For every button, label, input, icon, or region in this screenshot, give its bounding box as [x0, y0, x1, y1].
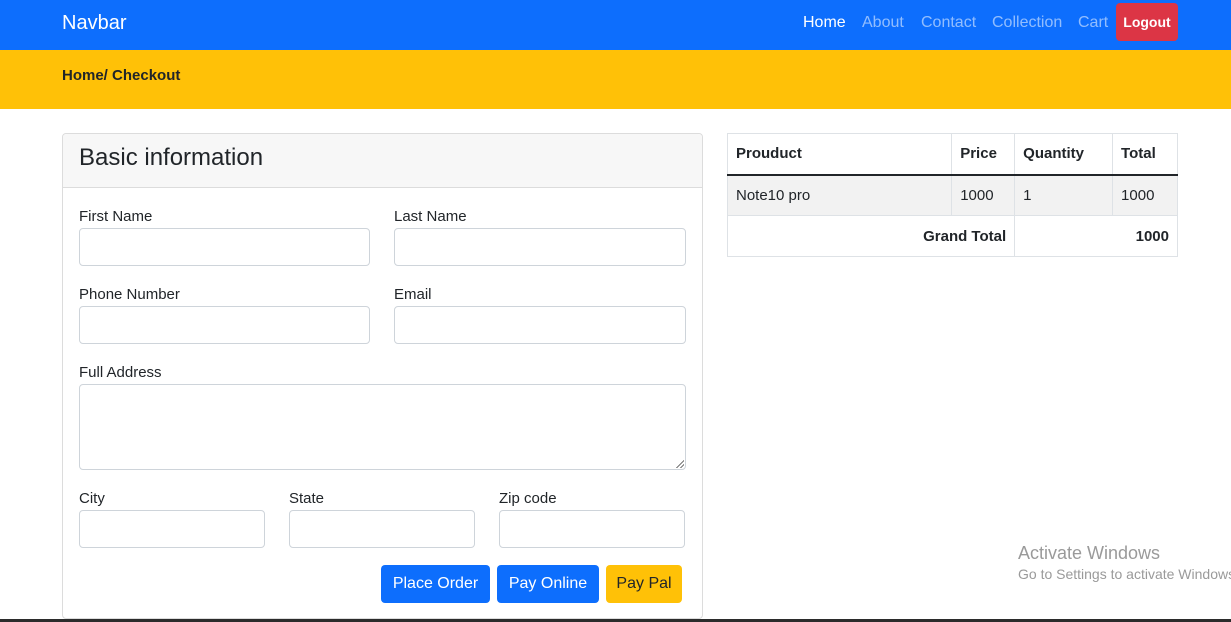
last-name-field[interactable] [394, 228, 686, 266]
cell-price: 1000 [951, 174, 1016, 216]
logout-button[interactable]: Logout [1116, 3, 1178, 41]
breadcrumb-bar: Home/ Checkout [0, 50, 1231, 109]
first-name-label: First Name [79, 208, 153, 225]
watermark-subtitle: Go to Settings to activate Windows. [1018, 566, 1231, 582]
cell-total: 1000 [1112, 174, 1178, 216]
address-label: Full Address [79, 364, 162, 381]
watermark-title: Activate Windows [1018, 543, 1161, 563]
email-field[interactable] [394, 306, 686, 344]
address-wrapper [79, 384, 686, 470]
nav-link-about[interactable]: About [862, 14, 904, 32]
address-field[interactable] [79, 384, 686, 470]
card-title: Basic information [79, 144, 264, 171]
basic-info-card: Basic information First Name Last Name P… [62, 133, 703, 619]
column-header-price: Price [951, 133, 1016, 176]
city-label: City [79, 490, 105, 507]
nav-links: Home About Contact Collection Cart [0, 0, 1231, 50]
nav-link-contact[interactable]: Contact [921, 14, 976, 32]
nav-link-collection[interactable]: Collection [992, 14, 1062, 32]
grand-total-value: 1000 [1014, 215, 1178, 257]
pay-pal-button[interactable]: Pay Pal [606, 565, 682, 603]
city-field[interactable] [79, 510, 265, 548]
breadcrumb: Home/ Checkout [62, 67, 181, 84]
state-label: State [289, 490, 325, 507]
column-header-total: Total [1112, 133, 1178, 176]
table-header-row: Prouduct Price Quantity Total [726, 133, 1178, 176]
table-row: Note10 pro 1000 1 1000 [726, 174, 1178, 216]
card-header: Basic information [63, 134, 702, 188]
top-navbar: Navbar Home About Contact Collection Car… [0, 0, 1231, 50]
phone-label: Phone Number [79, 286, 180, 303]
last-name-label: Last Name [394, 208, 467, 225]
column-header-quantity: Quantity [1014, 133, 1114, 176]
resize-grip-icon[interactable] [676, 460, 684, 468]
column-header-product: Prouduct [726, 133, 953, 176]
phone-field[interactable] [79, 306, 370, 344]
nav-link-cart[interactable]: Cart [1078, 14, 1108, 32]
zip-field[interactable] [499, 510, 685, 548]
nav-link-home[interactable]: Home [803, 14, 846, 32]
order-summary-table: Prouduct Price Quantity Total Note10 pro… [726, 133, 1178, 257]
state-field[interactable] [289, 510, 475, 548]
cell-quantity: 1 [1014, 174, 1114, 216]
pay-online-button[interactable]: Pay Online [497, 565, 599, 603]
activate-windows-watermark: Activate Windows Go to Settings to activ… [1018, 543, 1231, 582]
first-name-field[interactable] [79, 228, 370, 266]
zip-label: Zip code [499, 490, 557, 507]
grand-total-row: Grand Total 1000 [726, 215, 1178, 257]
place-order-button[interactable]: Place Order [381, 565, 490, 603]
cell-product: Note10 pro [726, 174, 953, 216]
email-label: Email [394, 286, 432, 303]
grand-total-label: Grand Total [726, 215, 1016, 257]
